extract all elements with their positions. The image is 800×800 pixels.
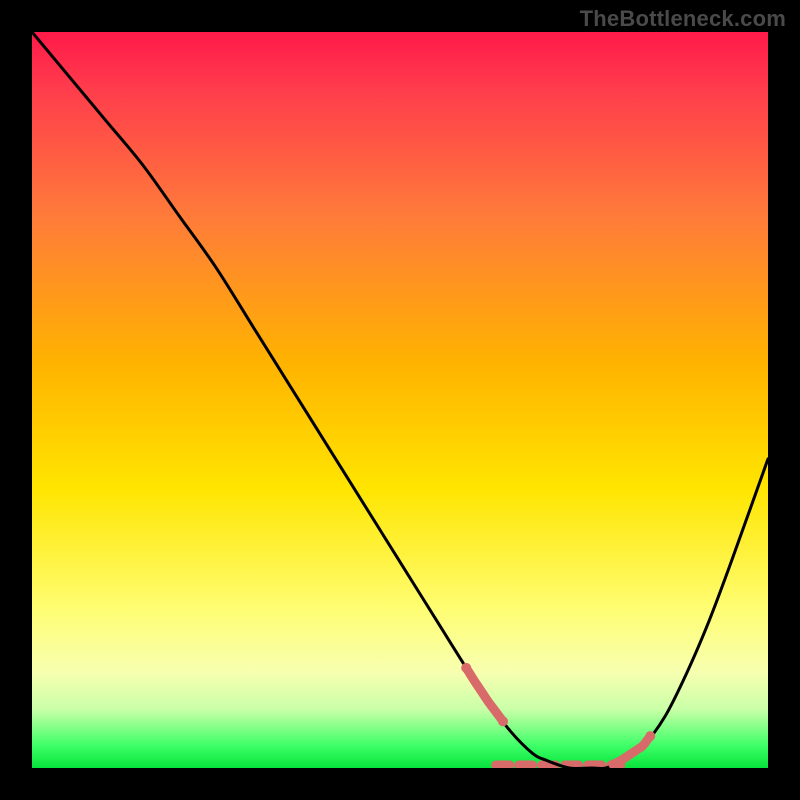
bottleneck-chart (32, 32, 768, 768)
plot-area (32, 32, 768, 768)
gradient-background (32, 32, 768, 768)
highlight-endpoint (498, 716, 508, 726)
chart-frame: TheBottleneck.com (0, 0, 800, 800)
watermark-text: TheBottleneck.com (580, 6, 786, 32)
highlight-endpoint (461, 663, 471, 673)
highlight-endpoint (645, 731, 655, 741)
